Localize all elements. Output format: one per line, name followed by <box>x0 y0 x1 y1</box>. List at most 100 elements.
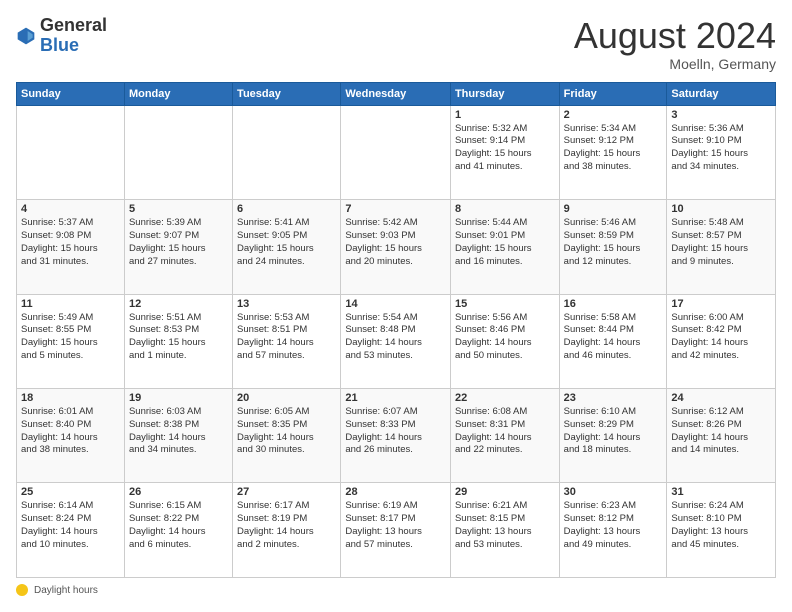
calendar-cell: 4Sunrise: 5:37 AM Sunset: 9:08 PM Daylig… <box>17 200 125 294</box>
day-number: 31 <box>671 486 771 498</box>
day-info: Sunrise: 6:05 AM Sunset: 8:35 PM Dayligh… <box>237 406 336 457</box>
day-number: 8 <box>455 203 555 215</box>
day-number: 27 <box>237 486 336 498</box>
calendar-cell: 5Sunrise: 5:39 AM Sunset: 9:07 PM Daylig… <box>124 200 232 294</box>
day-number: 5 <box>129 203 228 215</box>
day-number: 2 <box>564 109 663 121</box>
calendar-cell: 20Sunrise: 6:05 AM Sunset: 8:35 PM Dayli… <box>233 389 341 483</box>
calendar-cell: 30 Sunrise: 6:23 AM Sunset: 8:12 PM Dayli… <box>559 483 667 578</box>
day-info: Sunrise: 5:32 AM Sunset: 9:14 PM Dayligh… <box>455 123 555 174</box>
day-number: 14 <box>345 298 446 310</box>
calendar-cell: 25 Sunrise: 6:14 AM Sunset: 8:24 PM Dayli… <box>17 483 125 578</box>
day-number: 7 <box>345 203 446 215</box>
day-info: Sunrise: 5:34 AM Sunset: 9:12 PM Dayligh… <box>564 123 663 174</box>
day-info: Sunrise: 5:37 AM Sunset: 9:08 PM Dayligh… <box>21 217 120 268</box>
calendar-row-0: 1 Sunrise: 5:32 AM Sunset: 9:14 PM Daylig… <box>17 105 776 199</box>
calendar-cell: 18Sunrise: 6:01 AM Sunset: 8:40 PM Dayli… <box>17 389 125 483</box>
calendar-row-2: 11 Sunrise: 5:49 AM Sunset: 8:55 PM Dayli… <box>17 294 776 388</box>
calendar-cell: 12 Sunrise: 5:51 AM Sunset: 8:53 PM Dayli… <box>124 294 232 388</box>
day-number: 23 <box>564 392 663 404</box>
logo-icon <box>16 26 36 46</box>
calendar-cell: 11 Sunrise: 5:49 AM Sunset: 8:55 PM Dayli… <box>17 294 125 388</box>
calendar-cell: 26 Sunrise: 6:15 AM Sunset: 8:22 PM Dayli… <box>124 483 232 578</box>
day-info: Sunrise: 5:58 AM Sunset: 8:44 PM Dayligh… <box>564 312 663 363</box>
calendar-cell: 15 Sunrise: 5:56 AM Sunset: 8:46 PM Dayli… <box>450 294 559 388</box>
calendar-cell: 24 Sunrise: 6:12 AM Sunset: 8:26 PM Dayli… <box>667 389 776 483</box>
day-info: Sunrise: 6:08 AM Sunset: 8:31 PM Dayligh… <box>455 406 555 457</box>
day-info: Sunrise: 6:21 AM Sunset: 8:15 PM Dayligh… <box>455 500 555 551</box>
logo-text: General Blue <box>40 16 107 56</box>
day-info: Sunrise: 6:17 AM Sunset: 8:19 PM Dayligh… <box>237 500 336 551</box>
day-info: Sunrise: 5:51 AM Sunset: 8:53 PM Dayligh… <box>129 312 228 363</box>
calendar-cell: 14 Sunrise: 5:54 AM Sunset: 8:48 PM Dayli… <box>341 294 451 388</box>
day-info: Sunrise: 5:42 AM Sunset: 9:03 PM Dayligh… <box>345 217 446 268</box>
calendar-cell: 27 Sunrise: 6:17 AM Sunset: 8:19 PM Dayli… <box>233 483 341 578</box>
day-info: Sunrise: 5:49 AM Sunset: 8:55 PM Dayligh… <box>21 312 120 363</box>
calendar-cell: 17Sunrise: 6:00 AM Sunset: 8:42 PM Dayli… <box>667 294 776 388</box>
calendar-cell: 2 Sunrise: 5:34 AM Sunset: 9:12 PM Daylig… <box>559 105 667 199</box>
day-number: 13 <box>237 298 336 310</box>
calendar-table: SundayMondayTuesdayWednesdayThursdayFrid… <box>16 82 776 578</box>
logo-blue-text: Blue <box>40 35 79 55</box>
calendar-cell: 16 Sunrise: 5:58 AM Sunset: 8:44 PM Dayli… <box>559 294 667 388</box>
calendar-cell: 10Sunrise: 5:48 AM Sunset: 8:57 PM Dayli… <box>667 200 776 294</box>
logo-general-text: General <box>40 15 107 35</box>
day-number: 3 <box>671 109 771 121</box>
day-number: 15 <box>455 298 555 310</box>
day-number: 29 <box>455 486 555 498</box>
day-number: 24 <box>671 392 771 404</box>
title-block: August 2024 Moelln, Germany <box>574 16 776 72</box>
page: General Blue August 2024 Moelln, Germany… <box>0 0 792 612</box>
day-info: Sunrise: 6:23 AM Sunset: 8:12 PM Dayligh… <box>564 500 663 551</box>
calendar-cell <box>341 105 451 199</box>
calendar-cell <box>124 105 232 199</box>
calendar-cell: 13 Sunrise: 5:53 AM Sunset: 8:51 PM Dayli… <box>233 294 341 388</box>
weekday-header-wednesday: Wednesday <box>341 82 451 105</box>
day-number: 26 <box>129 486 228 498</box>
day-info: Sunrise: 6:03 AM Sunset: 8:38 PM Dayligh… <box>129 406 228 457</box>
footer-label: Daylight hours <box>34 585 98 596</box>
calendar-row-3: 18Sunrise: 6:01 AM Sunset: 8:40 PM Dayli… <box>17 389 776 483</box>
day-number: 10 <box>671 203 771 215</box>
calendar-row-1: 4Sunrise: 5:37 AM Sunset: 9:08 PM Daylig… <box>17 200 776 294</box>
day-info: Sunrise: 6:12 AM Sunset: 8:26 PM Dayligh… <box>671 406 771 457</box>
day-number: 12 <box>129 298 228 310</box>
day-info: Sunrise: 6:01 AM Sunset: 8:40 PM Dayligh… <box>21 406 120 457</box>
day-info: Sunrise: 5:54 AM Sunset: 8:48 PM Dayligh… <box>345 312 446 363</box>
calendar-cell: 31Sunrise: 6:24 AM Sunset: 8:10 PM Dayli… <box>667 483 776 578</box>
day-info: Sunrise: 5:53 AM Sunset: 8:51 PM Dayligh… <box>237 312 336 363</box>
day-info: Sunrise: 6:15 AM Sunset: 8:22 PM Dayligh… <box>129 500 228 551</box>
day-info: Sunrise: 6:07 AM Sunset: 8:33 PM Dayligh… <box>345 406 446 457</box>
day-number: 22 <box>455 392 555 404</box>
day-info: Sunrise: 6:19 AM Sunset: 8:17 PM Dayligh… <box>345 500 446 551</box>
header: General Blue August 2024 Moelln, Germany <box>16 16 776 72</box>
day-number: 1 <box>455 109 555 121</box>
location: Moelln, Germany <box>574 56 776 72</box>
calendar-cell: 23 Sunrise: 6:10 AM Sunset: 8:29 PM Dayli… <box>559 389 667 483</box>
calendar-cell: 21Sunrise: 6:07 AM Sunset: 8:33 PM Dayli… <box>341 389 451 483</box>
daylight-icon <box>16 584 28 596</box>
day-info: Sunrise: 6:10 AM Sunset: 8:29 PM Dayligh… <box>564 406 663 457</box>
footer: Daylight hours <box>16 584 776 596</box>
day-number: 28 <box>345 486 446 498</box>
calendar-row-4: 25 Sunrise: 6:14 AM Sunset: 8:24 PM Dayli… <box>17 483 776 578</box>
day-info: Sunrise: 5:56 AM Sunset: 8:46 PM Dayligh… <box>455 312 555 363</box>
weekday-header-monday: Monday <box>124 82 232 105</box>
calendar-cell <box>233 105 341 199</box>
month-title: August 2024 <box>574 16 776 56</box>
day-info: Sunrise: 6:14 AM Sunset: 8:24 PM Dayligh… <box>21 500 120 551</box>
day-number: 11 <box>21 298 120 310</box>
weekday-header-sunday: Sunday <box>17 82 125 105</box>
day-info: Sunrise: 5:46 AM Sunset: 8:59 PM Dayligh… <box>564 217 663 268</box>
day-info: Sunrise: 6:00 AM Sunset: 8:42 PM Dayligh… <box>671 312 771 363</box>
weekday-header-friday: Friday <box>559 82 667 105</box>
calendar-cell: 8 Sunrise: 5:44 AM Sunset: 9:01 PM Daylig… <box>450 200 559 294</box>
day-number: 16 <box>564 298 663 310</box>
day-number: 30 <box>564 486 663 498</box>
calendar-cell: 19Sunrise: 6:03 AM Sunset: 8:38 PM Dayli… <box>124 389 232 483</box>
calendar-cell: 28 Sunrise: 6:19 AM Sunset: 8:17 PM Dayli… <box>341 483 451 578</box>
day-info: Sunrise: 5:44 AM Sunset: 9:01 PM Dayligh… <box>455 217 555 268</box>
day-number: 25 <box>21 486 120 498</box>
weekday-header-tuesday: Tuesday <box>233 82 341 105</box>
weekday-header-thursday: Thursday <box>450 82 559 105</box>
